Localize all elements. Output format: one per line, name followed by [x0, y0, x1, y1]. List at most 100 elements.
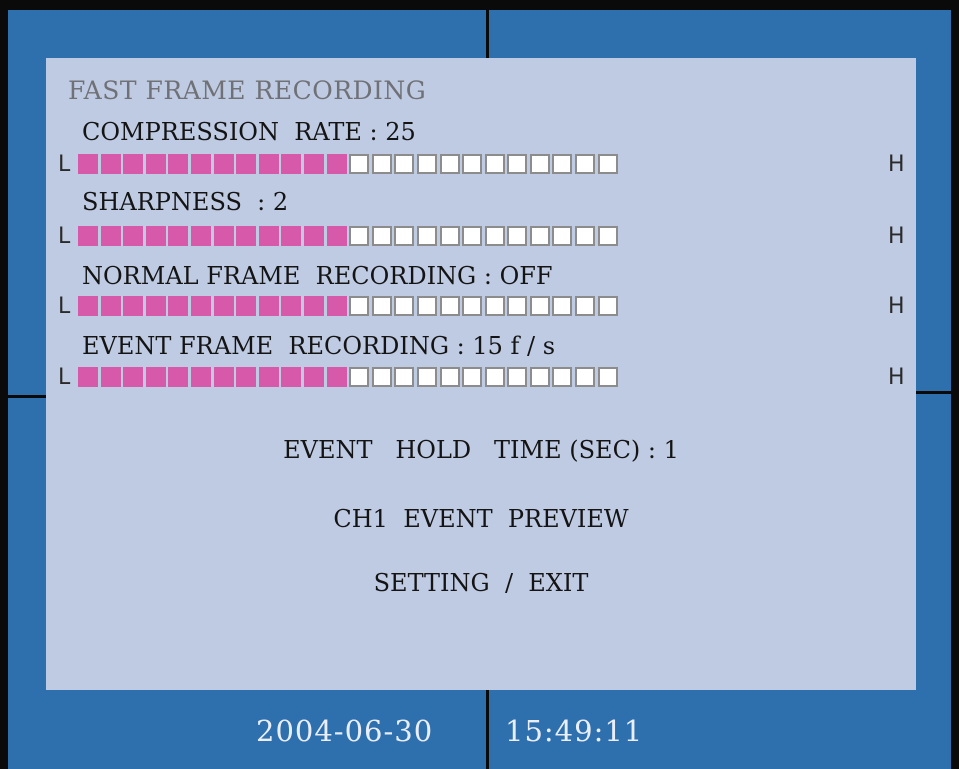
slider-cell-empty [371, 154, 392, 174]
slider-cell-filled [123, 367, 144, 387]
slider-cell-filled [236, 154, 257, 174]
slider-cell-filled [145, 367, 166, 387]
slider-cells [78, 367, 618, 387]
compression-rate-slider[interactable]: L H [58, 152, 910, 177]
slider-cell-empty [416, 154, 437, 174]
compression-rate-label[interactable]: COMPRESSION RATE : 25 [82, 118, 416, 146]
slider-high-label: H [888, 294, 905, 319]
slider-cell-filled [281, 154, 302, 174]
slider-cell-empty [416, 296, 437, 316]
slider-cell-filled [258, 296, 279, 316]
slider-cell-empty [484, 367, 505, 387]
slider-cell-empty [507, 367, 528, 387]
slider-cell-filled [168, 154, 189, 174]
slider-low-label: L [58, 294, 71, 319]
slider-cell-empty [394, 154, 415, 174]
slider-cell-empty [416, 226, 437, 246]
slider-cell-filled [100, 154, 121, 174]
slider-cell-filled [145, 226, 166, 246]
slider-high-label: H [888, 365, 905, 390]
slider-cell-filled [326, 367, 347, 387]
slider-cell-filled [100, 226, 121, 246]
slider-cell-empty [462, 367, 483, 387]
slider-cell-filled [78, 296, 98, 316]
slider-cell-empty [439, 226, 460, 246]
slider-cell-filled [303, 296, 324, 316]
slider-cell-filled [281, 367, 302, 387]
slider-cell-empty [575, 154, 596, 174]
setting-exit-item[interactable]: SETTING / EXIT [46, 569, 916, 597]
slider-cell-empty [349, 226, 370, 246]
slider-cell-filled [213, 226, 234, 246]
slider-cell-filled [168, 367, 189, 387]
slider-cell-filled [303, 154, 324, 174]
slider-cell-filled [213, 154, 234, 174]
quad-divider-right [916, 391, 951, 394]
slider-cell-filled [236, 296, 257, 316]
slider-cell-empty [349, 296, 370, 316]
slider-cell-empty [552, 296, 573, 316]
slider-cell-filled [168, 296, 189, 316]
slider-high-label: H [888, 152, 905, 177]
slider-cell-filled [190, 296, 211, 316]
slider-cells [78, 296, 618, 316]
slider-cell-empty [507, 226, 528, 246]
slider-cell-filled [190, 154, 211, 174]
slider-cell-filled [145, 154, 166, 174]
slider-cell-filled [236, 367, 257, 387]
status-time: 15:49:11 [505, 714, 644, 748]
slider-cell-empty [597, 154, 618, 174]
slider-cell-filled [123, 154, 144, 174]
slider-cell-empty [416, 367, 437, 387]
ch1-event-preview-item[interactable]: CH1 EVENT PREVIEW [46, 505, 916, 533]
slider-cell-filled [168, 226, 189, 246]
slider-cell-empty [439, 296, 460, 316]
slider-cell-filled [100, 367, 121, 387]
slider-cell-empty [575, 296, 596, 316]
slider-high-label: H [888, 224, 905, 249]
slider-cell-filled [303, 226, 324, 246]
slider-cell-empty [439, 367, 460, 387]
slider-cell-filled [213, 296, 234, 316]
slider-cell-filled [78, 154, 98, 174]
slider-cell-empty [529, 226, 550, 246]
slider-cell-filled [281, 226, 302, 246]
normal-frame-recording-slider[interactable]: L H [58, 294, 910, 319]
slider-cell-empty [529, 367, 550, 387]
slider-cell-empty [439, 154, 460, 174]
event-frame-recording-label[interactable]: EVENT FRAME RECORDING : 15 f / s [82, 332, 555, 360]
quad-divider-bottom [486, 690, 489, 769]
quad-divider-left [8, 395, 46, 398]
slider-low-label: L [58, 152, 71, 177]
slider-cell-filled [281, 296, 302, 316]
slider-low-label: L [58, 365, 71, 390]
slider-cell-empty [529, 296, 550, 316]
slider-cell-empty [371, 367, 392, 387]
event-frame-recording-slider[interactable]: L H [58, 365, 910, 390]
slider-cells [78, 154, 618, 174]
normal-frame-recording-label[interactable]: NORMAL FRAME RECORDING : OFF [82, 262, 553, 290]
slider-cell-empty [484, 296, 505, 316]
quad-divider-top [486, 10, 489, 58]
slider-cell-filled [326, 296, 347, 316]
event-hold-time-item[interactable]: EVENT HOLD TIME (SEC) : 1 [46, 436, 916, 464]
slider-cell-empty [349, 367, 370, 387]
slider-cell-filled [236, 226, 257, 246]
slider-cell-empty [597, 367, 618, 387]
slider-cell-filled [326, 154, 347, 174]
slider-cell-filled [78, 367, 98, 387]
slider-cell-filled [326, 226, 347, 246]
slider-cell-filled [258, 367, 279, 387]
sharpness-label[interactable]: SHARPNESS : 2 [82, 188, 288, 216]
slider-cell-empty [462, 226, 483, 246]
slider-cell-empty [484, 226, 505, 246]
slider-cell-empty [552, 154, 573, 174]
slider-cell-filled [190, 226, 211, 246]
slider-cell-empty [507, 154, 528, 174]
status-date: 2004-06-30 [256, 714, 434, 748]
slider-cell-filled [123, 296, 144, 316]
sharpness-slider[interactable]: L H [58, 224, 910, 249]
slider-cell-filled [303, 367, 324, 387]
slider-cell-empty [529, 154, 550, 174]
slider-low-label: L [58, 224, 71, 249]
